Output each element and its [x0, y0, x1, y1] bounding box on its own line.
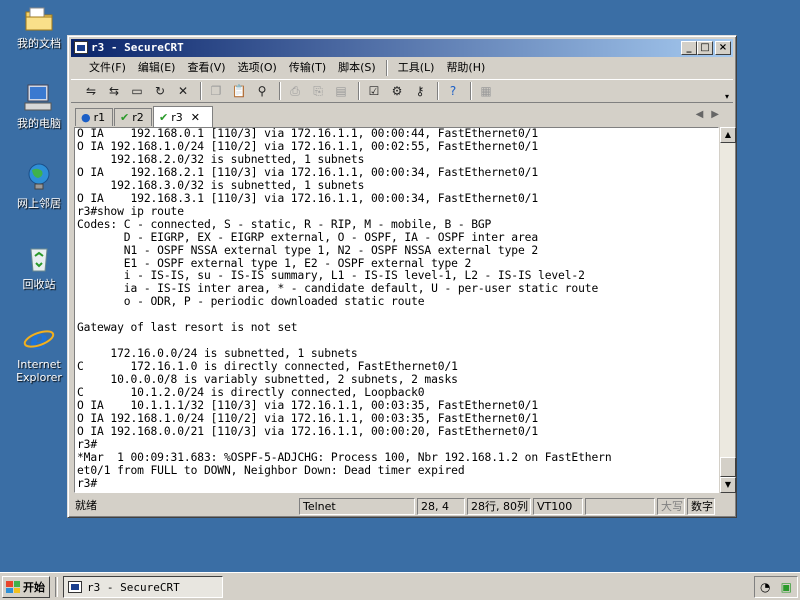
desktop-icon-label: 我的文档	[17, 37, 61, 50]
tray-network-icon[interactable]: ▣	[781, 580, 792, 594]
reconnect-icon[interactable]: ↻	[150, 82, 170, 100]
tab-scroll-arrows-icon[interactable]: ◀▶	[696, 109, 727, 120]
start-button[interactable]: 开始	[2, 576, 50, 598]
desktop-icon-label: 我的电脑	[17, 117, 61, 130]
status-ready: 就绪	[75, 499, 97, 512]
securecrt-app-icon	[68, 581, 82, 593]
ie-icon: e	[23, 323, 55, 355]
window-title: r3 - SecureCRT	[91, 41, 184, 54]
info-icon: ●	[81, 111, 91, 124]
terminal-scrollbar[interactable]: ▲ ▼	[719, 127, 736, 493]
scroll-down-button[interactable]: ▼	[720, 477, 736, 493]
paste-icon[interactable]: 📋	[229, 82, 249, 100]
maximize-button[interactable]: □	[697, 41, 713, 55]
status-cursor: 28, 4	[417, 498, 465, 515]
help-icon[interactable]: ?	[443, 82, 463, 100]
scroll-thumb[interactable]	[720, 457, 736, 477]
system-tray: ◔ ▣	[754, 576, 798, 598]
toolbar: ⇋ ⇆ ▭ ↻ ✕ ❐ 📋 ⚲ ⎙ ⎘ ▤ ☑ ⚙ ⚷ ? ▦ ▾	[71, 79, 733, 103]
status-size: 28行, 80列	[467, 498, 531, 515]
desktop-icon-internet-explorer[interactable]: e Internet Explorer	[8, 323, 70, 384]
menu-view[interactable]: 查看(V)	[181, 59, 231, 77]
desktop-icon-label: 网上邻居	[17, 197, 61, 210]
taskbar-separator	[55, 577, 58, 597]
network-icon	[28, 163, 50, 190]
svg-text:e: e	[30, 323, 48, 355]
connect-icon[interactable]: ⇋	[81, 82, 101, 100]
folder-icon	[25, 7, 53, 31]
check-icon: ✔	[120, 111, 130, 124]
tab-label: r3	[171, 110, 183, 124]
desktop-icon-label: 回收站	[22, 278, 56, 291]
scroll-up-button[interactable]: ▲	[720, 127, 736, 143]
status-emulation: VT100	[533, 498, 583, 515]
start-label: 开始	[23, 581, 45, 594]
menu-help[interactable]: 帮助(H)	[440, 59, 491, 77]
status-blank	[585, 498, 655, 515]
printer-icon[interactable]: ▤	[331, 82, 351, 100]
connect-tab-icon[interactable]: ▭	[127, 82, 147, 100]
tab-close-icon[interactable]: ✕	[191, 111, 200, 124]
terminal-output[interactable]: O IA 192.168.0.1 [110/3] via 172.16.1.1,…	[74, 127, 719, 493]
securecrt-window: r3 - SecureCRT _ □ × 文件(F) 编辑(E) 查看(V) 选…	[67, 35, 737, 518]
session-options-icon[interactable]: ☑	[364, 82, 384, 100]
copy-icon[interactable]: ❐	[206, 82, 226, 100]
check-icon: ✔	[159, 110, 169, 124]
toolbar-separator	[200, 82, 202, 100]
window-titlebar[interactable]: r3 - SecureCRT _ □ ×	[71, 39, 733, 57]
tab-r2[interactable]: ✔ r2	[114, 108, 152, 126]
minimize-button[interactable]: _	[681, 41, 697, 55]
menu-transfer[interactable]: 传输(T)	[283, 59, 332, 77]
computer-icon	[24, 84, 52, 111]
find-icon[interactable]: ⚲	[252, 82, 272, 100]
keymap-icon[interactable]: ⚷	[410, 82, 430, 100]
status-bar: 就绪 Telnet 28, 4 28行, 80列 VT100 大写 数字	[71, 497, 733, 516]
status-protocol: Telnet	[299, 498, 415, 515]
taskbar: 开始 r3 - SecureCRT ◔ ▣	[0, 572, 800, 600]
toolbar-separator	[470, 82, 472, 100]
toolbar-separator	[279, 82, 281, 100]
windows-logo-icon	[6, 581, 20, 593]
taskbar-button-label: r3 - SecureCRT	[87, 580, 180, 594]
menu-bar: 文件(F) 编辑(E) 查看(V) 选项(O) 传输(T) 脚本(S) 工具(L…	[71, 58, 733, 77]
print-icon[interactable]: ⎙	[285, 82, 305, 100]
menu-tools[interactable]: 工具(L)	[392, 59, 441, 77]
menu-separator	[385, 59, 388, 76]
print-selection-icon[interactable]: ⎘	[308, 82, 328, 100]
tab-label: r2	[132, 111, 144, 124]
securecrt-app-icon	[74, 41, 88, 54]
desktop-icon-my-computer[interactable]: 我的电脑	[8, 82, 70, 130]
menu-options[interactable]: 选项(O)	[232, 59, 283, 77]
desktop-icon-network[interactable]: 网上邻居	[8, 162, 70, 210]
global-options-icon[interactable]: ⚙	[387, 82, 407, 100]
script-icon[interactable]: ▦	[476, 82, 496, 100]
status-num: 数字	[687, 498, 715, 515]
toolbar-separator	[358, 82, 360, 100]
quick-connect-icon[interactable]: ⇆	[104, 82, 124, 100]
toolbar-overflow-icon[interactable]: ▾	[725, 92, 729, 101]
tray-volume-icon[interactable]: ◔	[760, 580, 770, 594]
close-button[interactable]: ×	[715, 41, 731, 55]
tab-r1[interactable]: ● r1	[75, 108, 113, 126]
desktop-icon-label: Internet Explorer	[16, 358, 62, 384]
desktop-icon-my-documents[interactable]: 我的文档	[8, 2, 70, 50]
toolbar-separator	[437, 82, 439, 100]
tab-r3[interactable]: ✔ r3 ✕	[153, 106, 213, 127]
session-tabs: ● r1 ✔ r2 ✔ r3 ✕ ◀▶	[71, 106, 733, 127]
menu-file[interactable]: 文件(F)	[83, 59, 132, 77]
tab-label: r1	[93, 111, 106, 124]
taskbar-button-securecrt[interactable]: r3 - SecureCRT	[63, 576, 223, 598]
recycle-bin-icon	[30, 248, 48, 272]
menu-script[interactable]: 脚本(S)	[332, 59, 382, 77]
status-caps: 大写	[657, 498, 685, 515]
disconnect-icon[interactable]: ✕	[173, 82, 193, 100]
menu-edit[interactable]: 编辑(E)	[132, 59, 182, 77]
desktop-icon-recycle-bin[interactable]: 回收站	[8, 243, 70, 291]
terminal-text: O IA 192.168.0.1 [110/3] via 172.16.1.1,…	[77, 127, 612, 490]
